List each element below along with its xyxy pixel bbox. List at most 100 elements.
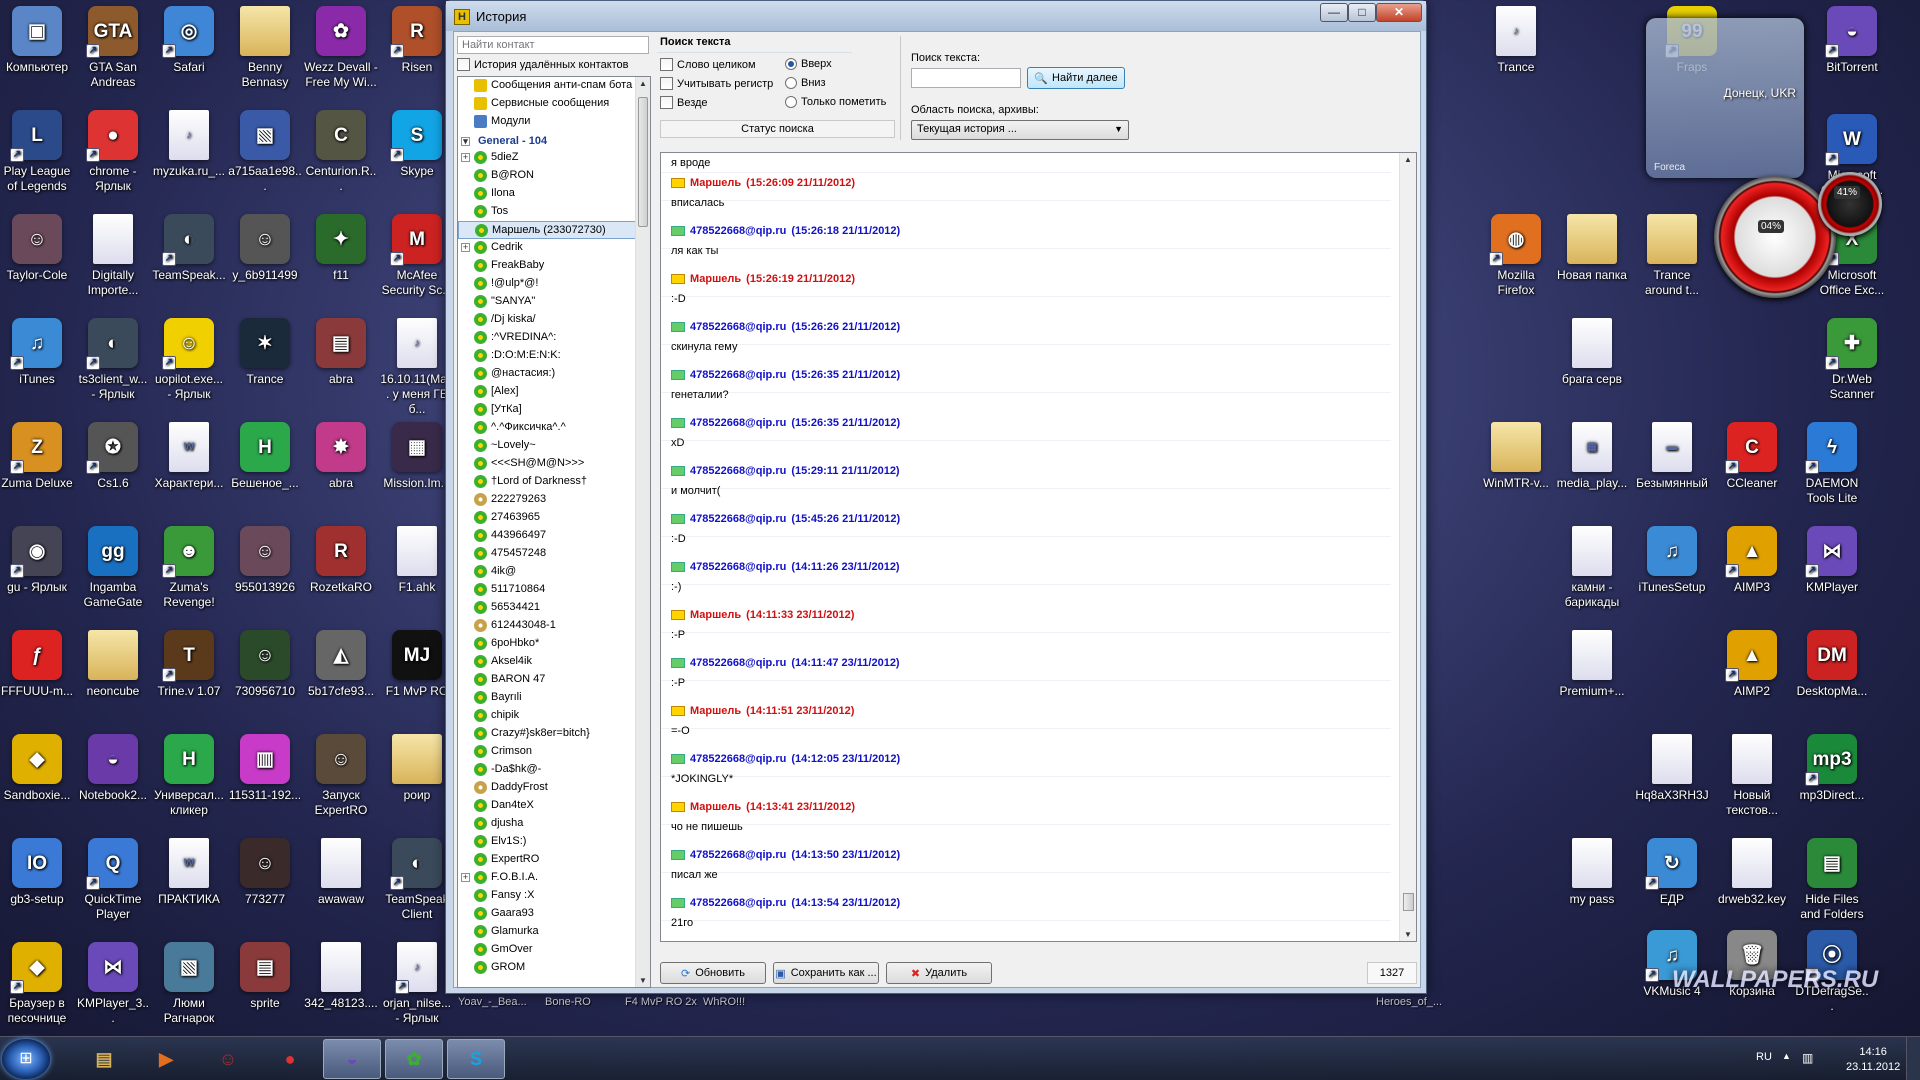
contacts-scrollbar[interactable]: ▲ ▼ xyxy=(635,77,650,987)
contact-item[interactable]: 443966497 xyxy=(458,527,636,545)
desktop-icon[interactable]: ◍ ↗ Mozilla Firefox xyxy=(1478,208,1554,312)
desktop-icon[interactable]: R ↗ Risen xyxy=(379,0,455,104)
desktop-icon[interactable]: ✸ abra xyxy=(303,416,379,520)
contact-item[interactable]: FreakBaby xyxy=(458,257,636,275)
scrollbar-thumb[interactable] xyxy=(638,97,648,227)
desktop-icon[interactable]: ◎ ↗ Safari xyxy=(151,0,227,104)
show-deleted-checkbox[interactable]: История удалённых контактов xyxy=(457,58,629,71)
taskbar-explorer-button[interactable]: ▤ xyxy=(75,1039,133,1079)
message-history[interactable]: я вроде Маршель (15:26:09 21/11/2012) впис… xyxy=(660,152,1417,942)
minimize-button[interactable]: — xyxy=(1320,3,1348,22)
save-as-button[interactable]: ▣ Сохранить как ... xyxy=(773,962,879,984)
desktop-label[interactable]: Bone-RO xyxy=(545,996,591,1008)
contact-item[interactable]: 27463965 xyxy=(458,509,636,527)
desktop-icon[interactable]: mp3 ↗ mp3Direct... xyxy=(1794,728,1870,832)
contact-item[interactable]: + Cedrik xyxy=(458,239,636,257)
contact-item[interactable]: Gaara93 xyxy=(458,905,636,923)
taskbar-game-button[interactable]: ☺ xyxy=(199,1039,257,1079)
contact-item[interactable]: Glamurka xyxy=(458,923,636,941)
checkbox-box[interactable] xyxy=(660,77,673,90)
desktop-icon[interactable]: WinMTR-v... xyxy=(1478,416,1554,520)
contact-item[interactable]: djusha xyxy=(458,815,636,833)
desktop-icon[interactable]: ▣ Компьютер xyxy=(0,0,75,104)
desktop-icon[interactable]: Q ↗ QuickTime Player xyxy=(75,832,151,936)
desktop-icon[interactable]: Digitally Importe... xyxy=(75,208,151,312)
desktop-icon[interactable]: ⋈ ↗ KMPlayer xyxy=(1794,520,1870,624)
desktop-icon[interactable]: M ↗ McAfee Security Sc... xyxy=(379,208,455,312)
desktop-icon[interactable]: ☺ Запуск ExpertRO xyxy=(303,728,379,832)
desktop-icon[interactable]: ◭ 5b17cfe93... xyxy=(303,624,379,728)
desktop-icon[interactable]: IO gb3-setup xyxy=(0,832,75,936)
contact-item[interactable]: 511710864 xyxy=(458,581,636,599)
desktop-icon[interactable]: роир xyxy=(379,728,455,832)
desktop-icon[interactable]: ⋈ KMPlayer_3... xyxy=(75,936,151,1040)
desktop-icon[interactable]: ▤ abra xyxy=(303,312,379,416)
desktop-label[interactable]: Yoav_-_Bea... xyxy=(458,996,527,1008)
desktop-icon[interactable]: ϟ ↗ DAEMON Tools Lite xyxy=(1794,416,1870,520)
contact-item[interactable]: @настасия:) xyxy=(458,365,636,383)
radio-dot[interactable] xyxy=(785,96,797,108)
whole-word-checkbox[interactable]: Слово целиком xyxy=(660,58,756,71)
contact-item[interactable]: †Lord of Darkness† xyxy=(458,473,636,491)
desktop-icon[interactable]: ◐ ↗ ts3client_w... - Ярлык xyxy=(75,312,151,416)
contact-item[interactable]: Сервисные сообщения xyxy=(458,95,636,113)
radio-dot[interactable] xyxy=(785,58,797,70)
scroll-up-arrow[interactable]: ▲ xyxy=(639,79,647,88)
contact-search-input[interactable] xyxy=(457,36,649,54)
contact-item[interactable]: [Alex] xyxy=(458,383,636,401)
desktop-icon[interactable]: S ↗ Skype xyxy=(379,104,455,208)
desktop-icon[interactable]: 342_48123.... xyxy=(303,936,379,1040)
taskbar-qip-button[interactable]: ✿ xyxy=(385,1039,443,1079)
contact-item[interactable]: Сообщения анти-спам бота xyxy=(458,77,636,95)
refresh-button[interactable]: ⟳ Обновить xyxy=(660,962,766,984)
contact-item[interactable]: BARON 47 xyxy=(458,671,636,689)
contact-item[interactable]: Tos xyxy=(458,203,636,221)
contact-item[interactable]: Crimson xyxy=(458,743,636,761)
taskbar-chrome-button[interactable]: ● xyxy=(261,1039,319,1079)
contact-item[interactable]: 6poHbko* xyxy=(458,635,636,653)
desktop-icon[interactable]: Trance around t... xyxy=(1634,208,1710,312)
chevron-down-icon[interactable]: ▾ xyxy=(461,137,470,146)
window-titlebar[interactable]: H История — □ ✕ xyxy=(446,1,1426,31)
contact-item[interactable]: 56534421 xyxy=(458,599,636,617)
desktop-icon[interactable]: gg Ingamba GameGate xyxy=(75,520,151,624)
contact-item[interactable]: :D:O:M:E:N:K: xyxy=(458,347,636,365)
desktop-icon[interactable]: Z ↗ Zuma Deluxe xyxy=(0,416,75,520)
desktop-icon[interactable]: ▧ a715aa1e98... xyxy=(227,104,303,208)
close-button[interactable]: ✕ xyxy=(1376,3,1422,22)
delete-button[interactable]: ✖ Удалить xyxy=(886,962,992,984)
desktop-icon[interactable]: C Centurion.R... xyxy=(303,104,379,208)
contact-item[interactable]: Fansy :X xyxy=(458,887,636,905)
expand-icon[interactable]: + xyxy=(461,243,470,252)
desktop-icon[interactable]: ◆ ↗ Браузер в песочнице xyxy=(0,936,75,1040)
contact-item[interactable]: Bayrıli xyxy=(458,689,636,707)
desktop-icon[interactable]: ☺ 955013926 xyxy=(227,520,303,624)
contact-item[interactable]: [УтКа] xyxy=(458,401,636,419)
contact-item[interactable]: -Da$hk@- xyxy=(458,761,636,779)
cpu-meter-gadget[interactable]: 04% xyxy=(1714,176,1836,298)
desktop-icon[interactable]: ♪ Trance xyxy=(1478,0,1554,104)
contact-item[interactable]: Aksel4ik xyxy=(458,653,636,671)
checkbox-box[interactable] xyxy=(660,96,673,109)
desktop-icon[interactable]: GTA ↗ GTA San Andreas xyxy=(75,0,151,104)
ram-meter-gadget[interactable]: 41% xyxy=(1818,172,1882,236)
desktop-icon[interactable]: ▧ Люми Рагнарок xyxy=(151,936,227,1040)
desktop-icon[interactable]: ▦ media_play... xyxy=(1554,416,1630,520)
desktop-icon[interactable]: ◐ ↗ TeamSpeak... xyxy=(151,208,227,312)
desktop-icon[interactable]: ✦ f11 xyxy=(303,208,379,312)
desktop-icon[interactable]: ▲ ↗ AIMP3 xyxy=(1714,520,1790,624)
desktop-icon[interactable]: ☻ ↗ Zuma's Revenge! xyxy=(151,520,227,624)
radio-dot[interactable] xyxy=(785,77,797,89)
desktop-icon[interactable]: MJ F1 MvP RO xyxy=(379,624,455,728)
language-indicator[interactable]: RU xyxy=(1756,1051,1772,1063)
contact-item[interactable]: "SANYA" xyxy=(458,293,636,311)
messages-scrollbar[interactable]: ▲ ▼ xyxy=(1399,153,1416,941)
desktop-icon[interactable]: Hq8aX3RH3J xyxy=(1634,728,1710,832)
desktop-label[interactable]: F4 MvP RO 2x xyxy=(625,996,697,1008)
desktop-icon[interactable]: камни - барикады xyxy=(1554,520,1630,624)
contact-item[interactable]: chipik xyxy=(458,707,636,725)
contact-item[interactable]: Модули xyxy=(458,113,636,131)
contact-item[interactable]: :^VREDINA^: xyxy=(458,329,636,347)
everywhere-checkbox[interactable]: Везде xyxy=(660,96,708,109)
maximize-button[interactable]: □ xyxy=(1348,3,1376,22)
